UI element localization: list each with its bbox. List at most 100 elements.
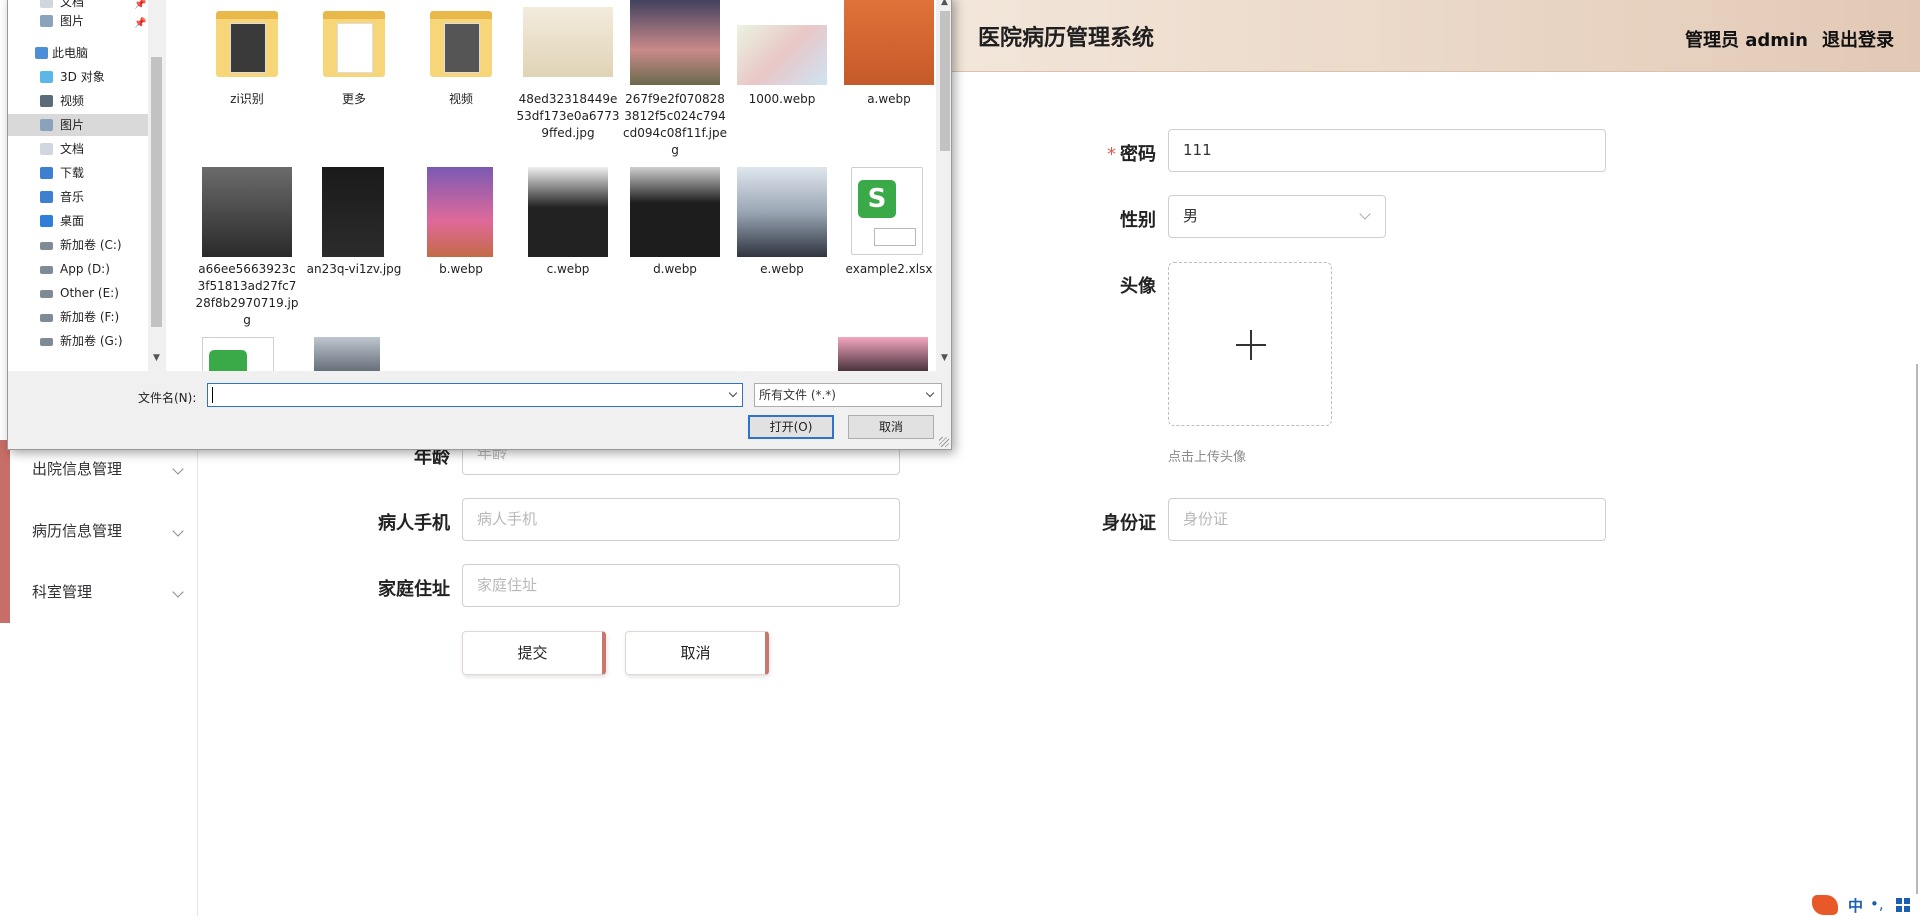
file-type-select[interactable]: 所有文件 (*.*) (754, 383, 942, 407)
scroll-up-icon[interactable]: ▲ (936, 0, 951, 7)
phone-label: 病人手机 (378, 513, 450, 534)
idcard-input[interactable]: 身份证 (1168, 498, 1606, 541)
drive-icon (40, 338, 53, 346)
password-input[interactable]: 111 (1168, 129, 1606, 172)
nav-item-3d-objects[interactable]: 3D 对象 (8, 66, 148, 88)
avatar-upload[interactable] (1168, 262, 1332, 426)
file-list-scroll-thumb[interactable] (940, 11, 950, 151)
cube-icon (40, 71, 53, 83)
submit-button[interactable]: 提交 (462, 631, 606, 675)
gender-value: 男 (1183, 207, 1199, 225)
logout-link[interactable]: 退出登录 (1822, 26, 1894, 52)
image-thumbnail[interactable] (314, 337, 380, 371)
doc-icon (40, 0, 53, 8)
avatar-label: 头像 (1120, 276, 1156, 297)
nav-item-documents[interactable]: 文档 (8, 138, 148, 160)
image-thumbnail (737, 167, 827, 257)
gender-select[interactable]: 男 (1168, 195, 1386, 238)
user-name: 管理员 admin (1684, 30, 1808, 51)
image-thumbnail (737, 25, 827, 85)
picture-icon (40, 15, 53, 27)
chevron-down-icon (172, 586, 184, 598)
chevron-down-icon (1359, 208, 1371, 220)
folder-icon (309, 0, 399, 87)
ime-indicator[interactable]: 中 •, (1810, 894, 1920, 916)
chevron-down-icon (172, 525, 184, 537)
sidebar-item-departments[interactable]: 科室管理 (32, 572, 184, 612)
nav-item-drive-d[interactable]: App (D:) (8, 258, 148, 280)
password-label: * 密码 (1107, 144, 1156, 165)
image-thumbnail (202, 167, 292, 257)
chevron-down-icon[interactable] (728, 388, 738, 398)
image-thumbnail (427, 167, 493, 257)
computer-icon (35, 47, 48, 59)
app-title: 医院病历管理系统 (978, 26, 1155, 51)
chevron-down-icon (925, 388, 935, 398)
resize-grip-icon[interactable] (939, 437, 949, 447)
image-thumbnail[interactable] (838, 337, 928, 371)
image-thumbnail (322, 167, 384, 257)
sidebar-item-label: 病历信息管理 (32, 522, 123, 540)
nav-item-drive-c[interactable]: 新加卷 (C:) (8, 234, 148, 256)
nav-item-drive-f[interactable]: 新加卷 (F:) (8, 306, 148, 328)
file-list-scrollbar[interactable]: ▲ ▼ (936, 0, 951, 371)
address-label: 家庭住址 (378, 579, 450, 600)
scroll-down-icon[interactable]: ▼ (936, 353, 951, 363)
image-thumbnail (528, 167, 608, 257)
sidebar-accent (0, 440, 10, 623)
spreadsheet-icon[interactable] (202, 337, 274, 371)
nav-scrollbar[interactable]: ▼ (148, 0, 165, 371)
app-header: 医院病历管理系统 管理员 admin 退出登录 (950, 0, 1920, 72)
text-caret (212, 387, 213, 403)
file-open-dialog: 文档 📌 图片 📌 此电脑 3D 对象 视频 图片 文档 下载 音乐 桌面 新加… (7, 0, 952, 450)
nav-item-drive-g[interactable]: 新加卷 (G:) (8, 330, 148, 352)
phone-input[interactable]: 病人手机 (462, 498, 900, 541)
sidebar-item-label: 出院信息管理 (32, 460, 123, 478)
nav-scroll-thumb[interactable] (151, 57, 162, 327)
drive-icon (40, 314, 53, 322)
nav-item-pictures-quick[interactable]: 图片 📌 (8, 10, 148, 32)
desktop-icon (40, 215, 53, 227)
folder-icon (202, 0, 292, 87)
spreadsheet-icon: S (851, 167, 923, 255)
cancel-button[interactable]: 取消 (625, 631, 769, 675)
sidebar-item-label: 科室管理 (32, 583, 93, 601)
user-area: 管理员 admin 退出登录 (1685, 26, 1894, 52)
video-icon (40, 95, 53, 107)
ime-toolbox-icon (1896, 898, 1910, 912)
file-list: zi识别 更多 视频 48ed32318449e53df173e0a67739f… (166, 0, 936, 371)
picture-icon (40, 119, 53, 131)
nav-item-music[interactable]: 音乐 (8, 186, 148, 208)
scroll-down-icon[interactable]: ▼ (148, 353, 165, 363)
chevron-down-icon (172, 463, 184, 475)
nav-item-downloads[interactable]: 下载 (8, 162, 148, 184)
sidebar-item-records[interactable]: 病历信息管理 (32, 511, 184, 551)
doc-icon (40, 143, 53, 155)
filename-label: 文件名(N): (138, 391, 197, 405)
gender-label: 性别 (1120, 210, 1156, 231)
drive-icon (40, 290, 53, 298)
open-button[interactable]: 打开(O) (748, 415, 834, 439)
filename-input[interactable] (207, 383, 743, 407)
window-edge (1916, 364, 1918, 916)
ime-language: 中 (1848, 897, 1864, 915)
address-input[interactable]: 家庭住址 (462, 564, 900, 607)
ime-punctuation: •, (1870, 895, 1884, 913)
sidebar-item-discharge[interactable]: 出院信息管理 (32, 449, 184, 489)
image-thumbnail (523, 7, 613, 77)
nav-item-videos[interactable]: 视频 (8, 90, 148, 112)
avatar-hint: 点击上传头像 (1168, 450, 1247, 465)
wps-sheet-logo: S (858, 180, 896, 218)
drive-icon (40, 242, 53, 250)
folder-icon (416, 0, 506, 87)
image-thumbnail (630, 0, 720, 85)
drive-icon (40, 266, 53, 274)
nav-item-desktop[interactable]: 桌面 (8, 210, 148, 232)
nav-item-drive-e[interactable]: Other (E:) (8, 282, 148, 304)
idcard-label: 身份证 (1102, 513, 1156, 534)
dialog-cancel-button[interactable]: 取消 (848, 415, 934, 439)
nav-item-pictures[interactable]: 图片 (8, 114, 148, 136)
nav-item-this-pc[interactable]: 此电脑 (8, 42, 148, 64)
music-icon (40, 191, 53, 203)
download-icon (40, 167, 53, 179)
